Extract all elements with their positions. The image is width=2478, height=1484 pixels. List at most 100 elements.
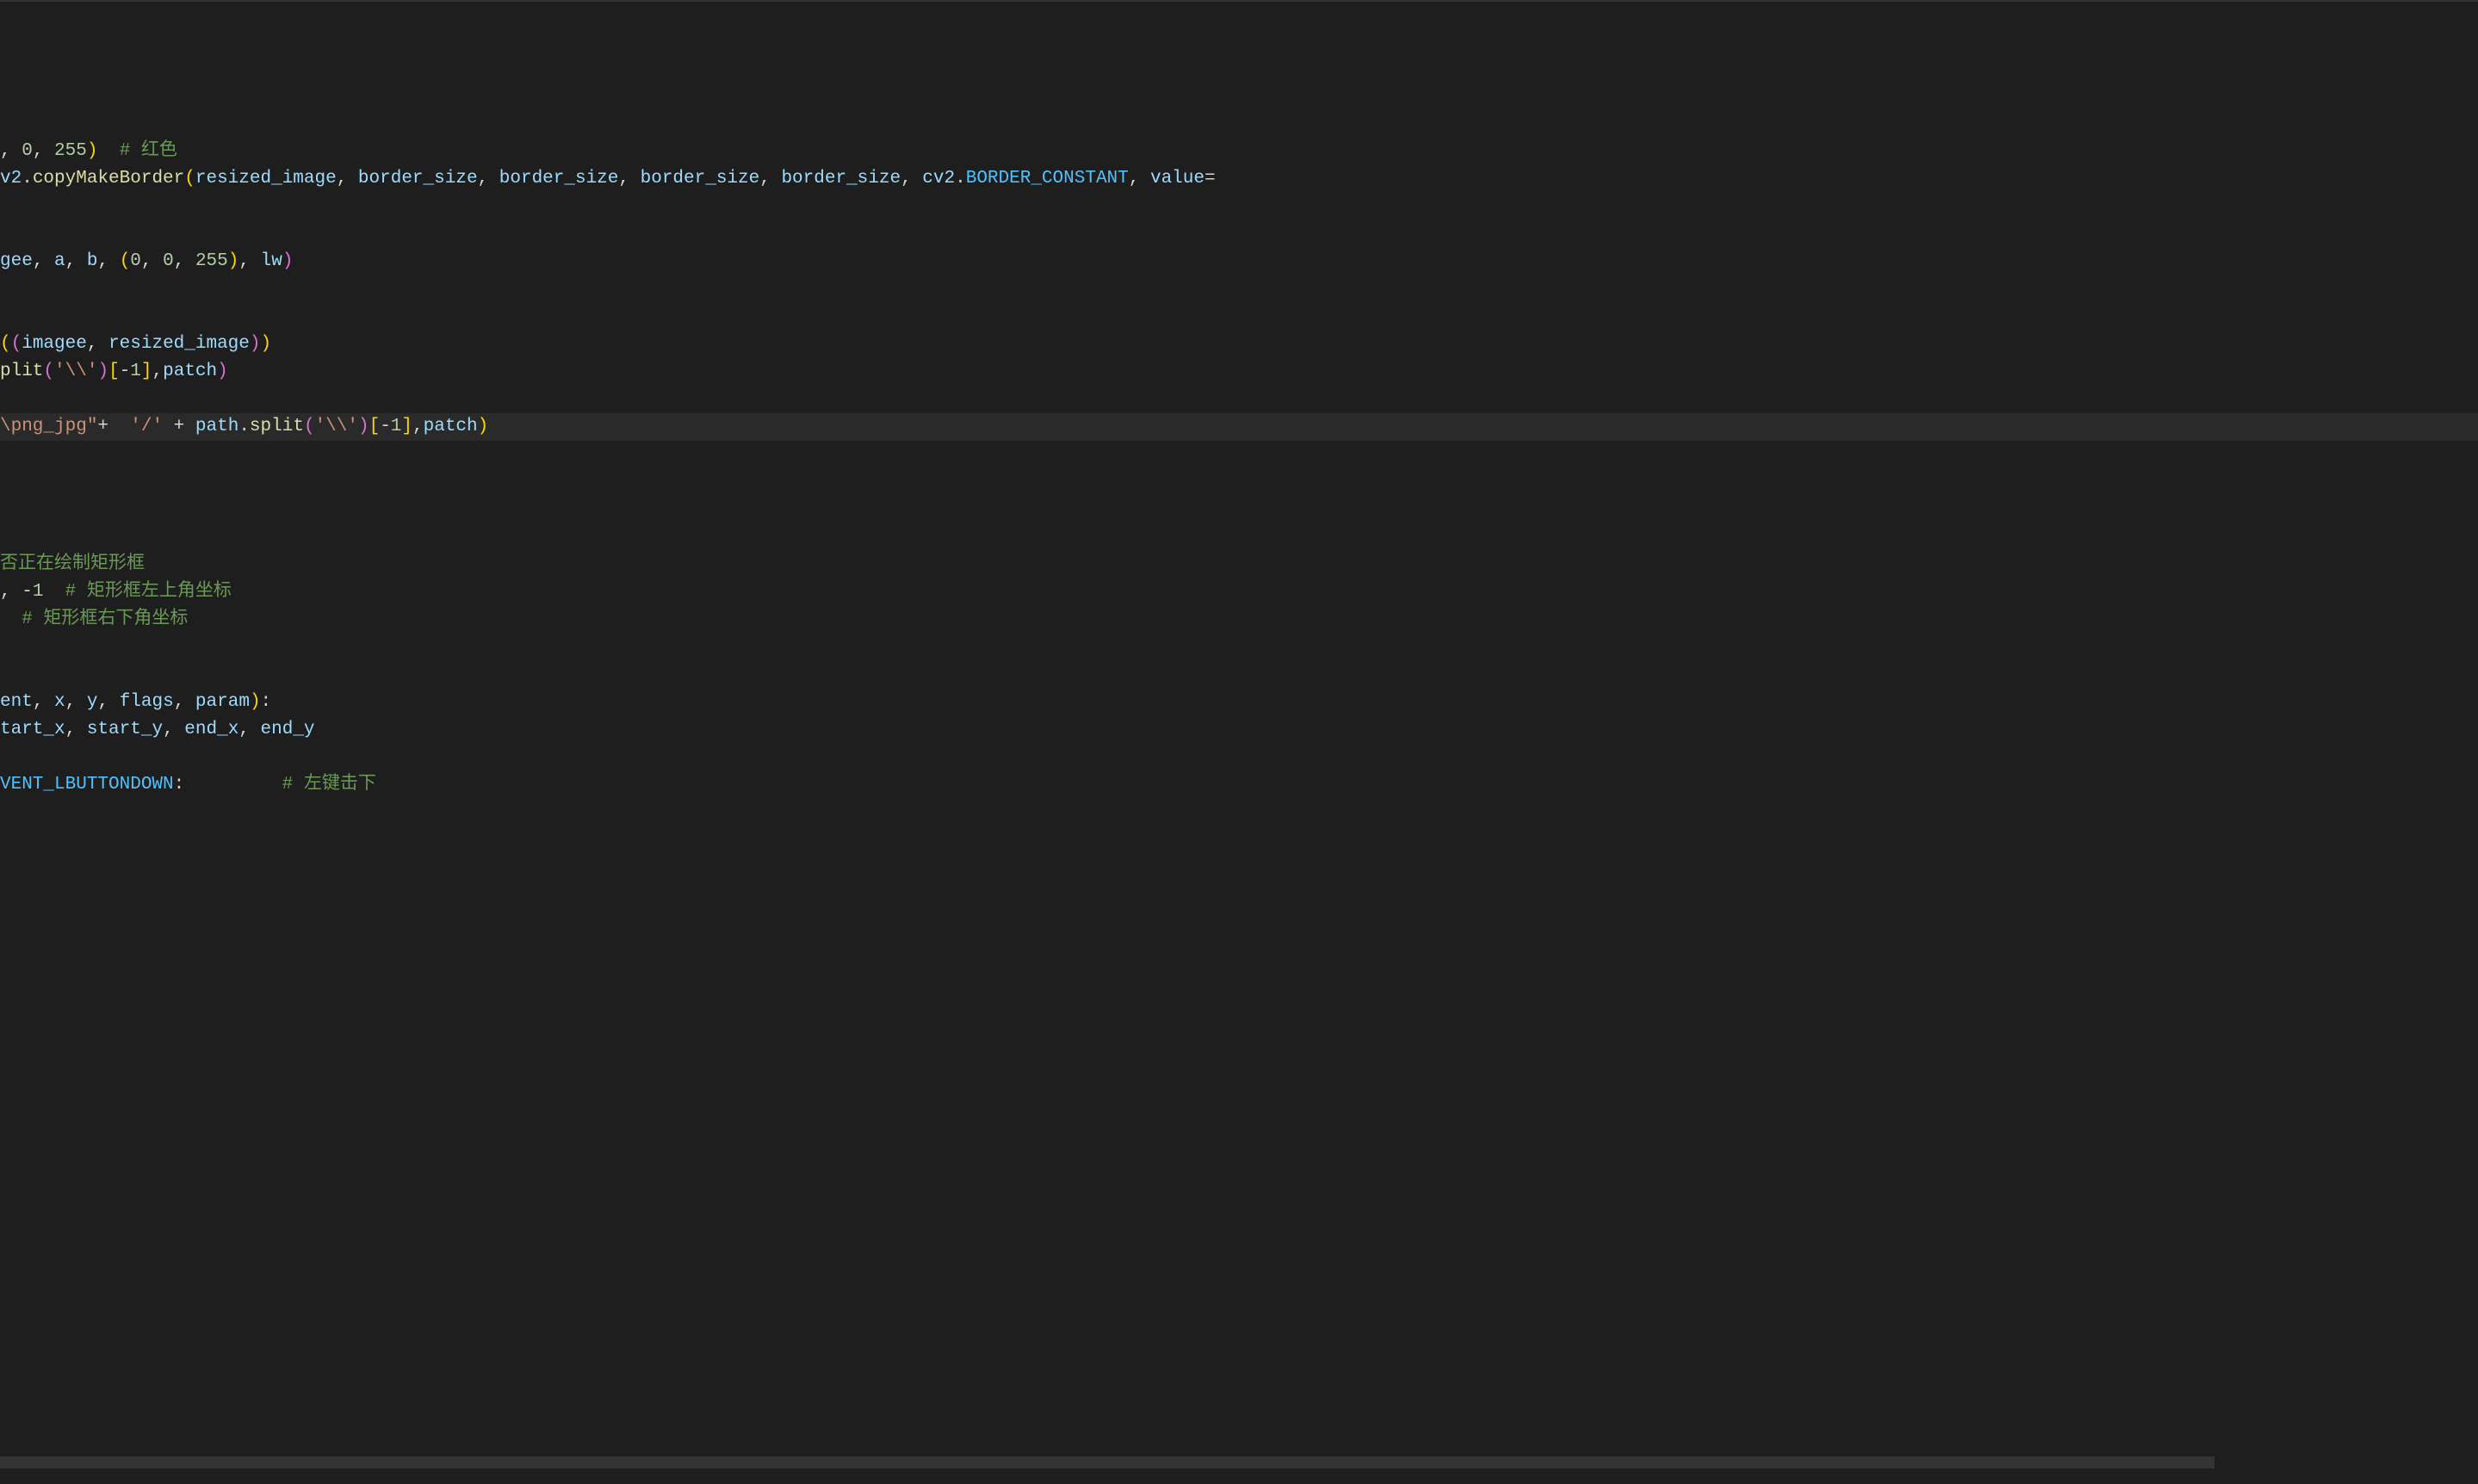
code-token: ,: [174, 692, 195, 712]
code-editor[interactable]: , 0, 255) # 红色v2.copyMakeBorder(resized_…: [0, 0, 2478, 1420]
code-line[interactable]: [0, 523, 2478, 551]
code-token: ): [250, 334, 261, 354]
code-line[interactable]: plit('\\')[-1],patch): [0, 358, 2478, 386]
code-token: tart_x: [0, 720, 65, 739]
code-token: ): [358, 417, 369, 436]
code-token: ): [478, 417, 489, 436]
code-line[interactable]: [0, 496, 2478, 523]
code-line[interactable]: v2.copyMakeBorder(resized_image, border_…: [0, 165, 2478, 193]
code-token: a: [54, 251, 65, 271]
code-token: -: [120, 362, 131, 381]
code-token: [: [108, 362, 120, 381]
code-token: end_y: [261, 720, 315, 739]
code-token: '\\': [54, 362, 97, 381]
code-line[interactable]: , 0, 255) # 红色: [0, 138, 2478, 165]
code-line[interactable]: [0, 634, 2478, 661]
code-token: ,: [1129, 169, 1150, 189]
code-token: (: [43, 362, 54, 381]
code-line[interactable]: [0, 193, 2478, 220]
code-token: 否正在绘制矩形框: [0, 554, 145, 574]
code-token: (: [11, 334, 22, 354]
code-token: end_x: [184, 720, 239, 739]
code-line[interactable]: , -1 # 矩形框左上角坐标: [0, 578, 2478, 606]
code-token: \png_jpg": [0, 417, 97, 436]
code-token: 0: [163, 251, 174, 271]
code-token: [184, 417, 195, 436]
code-line[interactable]: [0, 441, 2478, 468]
code-line[interactable]: [0, 220, 2478, 248]
code-token: v2: [0, 169, 22, 189]
code-token: ): [217, 362, 228, 381]
code-token: 0: [130, 251, 141, 271]
code-token: ,: [65, 720, 87, 739]
code-token: plit: [0, 362, 43, 381]
code-token: border_size: [358, 169, 478, 189]
code-token: ,: [65, 251, 87, 271]
code-token: .: [239, 417, 250, 436]
code-line[interactable]: VENT_LBUTTONDOWN: # 左键击下: [0, 771, 2478, 799]
code-token: -: [380, 417, 391, 436]
code-token: ,: [33, 692, 54, 712]
code-token: patch: [163, 362, 217, 381]
code-line[interactable]: [0, 303, 2478, 331]
code-token: resized_image: [195, 169, 337, 189]
code-token: 255: [54, 141, 87, 161]
code-token: 1: [130, 362, 141, 381]
code-line[interactable]: [0, 110, 2478, 138]
code-token: y: [87, 692, 98, 712]
code-line[interactable]: [0, 468, 2478, 496]
code-token: [0, 609, 22, 629]
code-token: (: [184, 169, 195, 189]
code-line[interactable]: [0, 744, 2478, 771]
code-line[interactable]: [0, 661, 2478, 689]
code-token: [163, 417, 174, 436]
code-token: ,: [0, 141, 22, 161]
code-line[interactable]: \png_jpg"+ '/' + path.split('\\')[-1],pa…: [0, 413, 2478, 441]
code-line[interactable]: ent, x, y, flags, param):: [0, 689, 2478, 716]
code-token: ,: [141, 251, 163, 271]
code-token: ,: [901, 169, 922, 189]
code-token: ,: [97, 692, 119, 712]
horizontal-scrollbar-thumb[interactable]: [0, 1456, 2215, 1469]
code-line[interactable]: [0, 83, 2478, 110]
code-token: border_size: [641, 169, 760, 189]
code-token: ,: [478, 169, 499, 189]
code-token: :: [261, 692, 272, 712]
code-token: ,: [337, 169, 358, 189]
code-token: # 矩形框左上角坐标: [65, 582, 232, 602]
editor-top-border: [0, 0, 2478, 2]
code-token: ent: [0, 692, 33, 712]
code-token: '/': [130, 417, 163, 436]
code-token: flags: [120, 692, 174, 712]
code-token: ,: [759, 169, 781, 189]
code-token: [108, 417, 130, 436]
code-token: .: [22, 169, 33, 189]
code-token: (: [120, 251, 131, 271]
code-token: copyMakeBorder: [33, 169, 184, 189]
horizontal-scrollbar[interactable]: [0, 1401, 2461, 1413]
code-token: cv2: [922, 169, 955, 189]
code-token: 0: [22, 141, 33, 161]
code-token: :: [174, 775, 282, 795]
code-token: ,: [97, 251, 119, 271]
code-line[interactable]: tart_x, start_y, end_x, end_y: [0, 716, 2478, 744]
code-token: x: [54, 692, 65, 712]
code-token: resized_image: [108, 334, 250, 354]
code-token: ,: [152, 362, 164, 381]
code-line[interactable]: ((imagee, resized_image)): [0, 331, 2478, 358]
code-line[interactable]: gee, a, b, (0, 0, 255), lw): [0, 248, 2478, 275]
code-line[interactable]: # 矩形框右下角坐标: [0, 606, 2478, 634]
code-token: param: [195, 692, 250, 712]
code-token: ,: [163, 720, 184, 739]
code-line[interactable]: [0, 275, 2478, 303]
code-token: '\\': [315, 417, 358, 436]
code-token: (: [304, 417, 315, 436]
code-token: ,: [0, 582, 22, 602]
code-line[interactable]: [0, 386, 2478, 413]
code-token: ): [250, 692, 261, 712]
code-token: # 矩形框右下角坐标: [22, 609, 188, 629]
code-token: (: [0, 334, 11, 354]
code-token: border_size: [499, 169, 619, 189]
code-line[interactable]: 否正在绘制矩形框: [0, 551, 2478, 578]
code-token: ]: [401, 417, 412, 436]
